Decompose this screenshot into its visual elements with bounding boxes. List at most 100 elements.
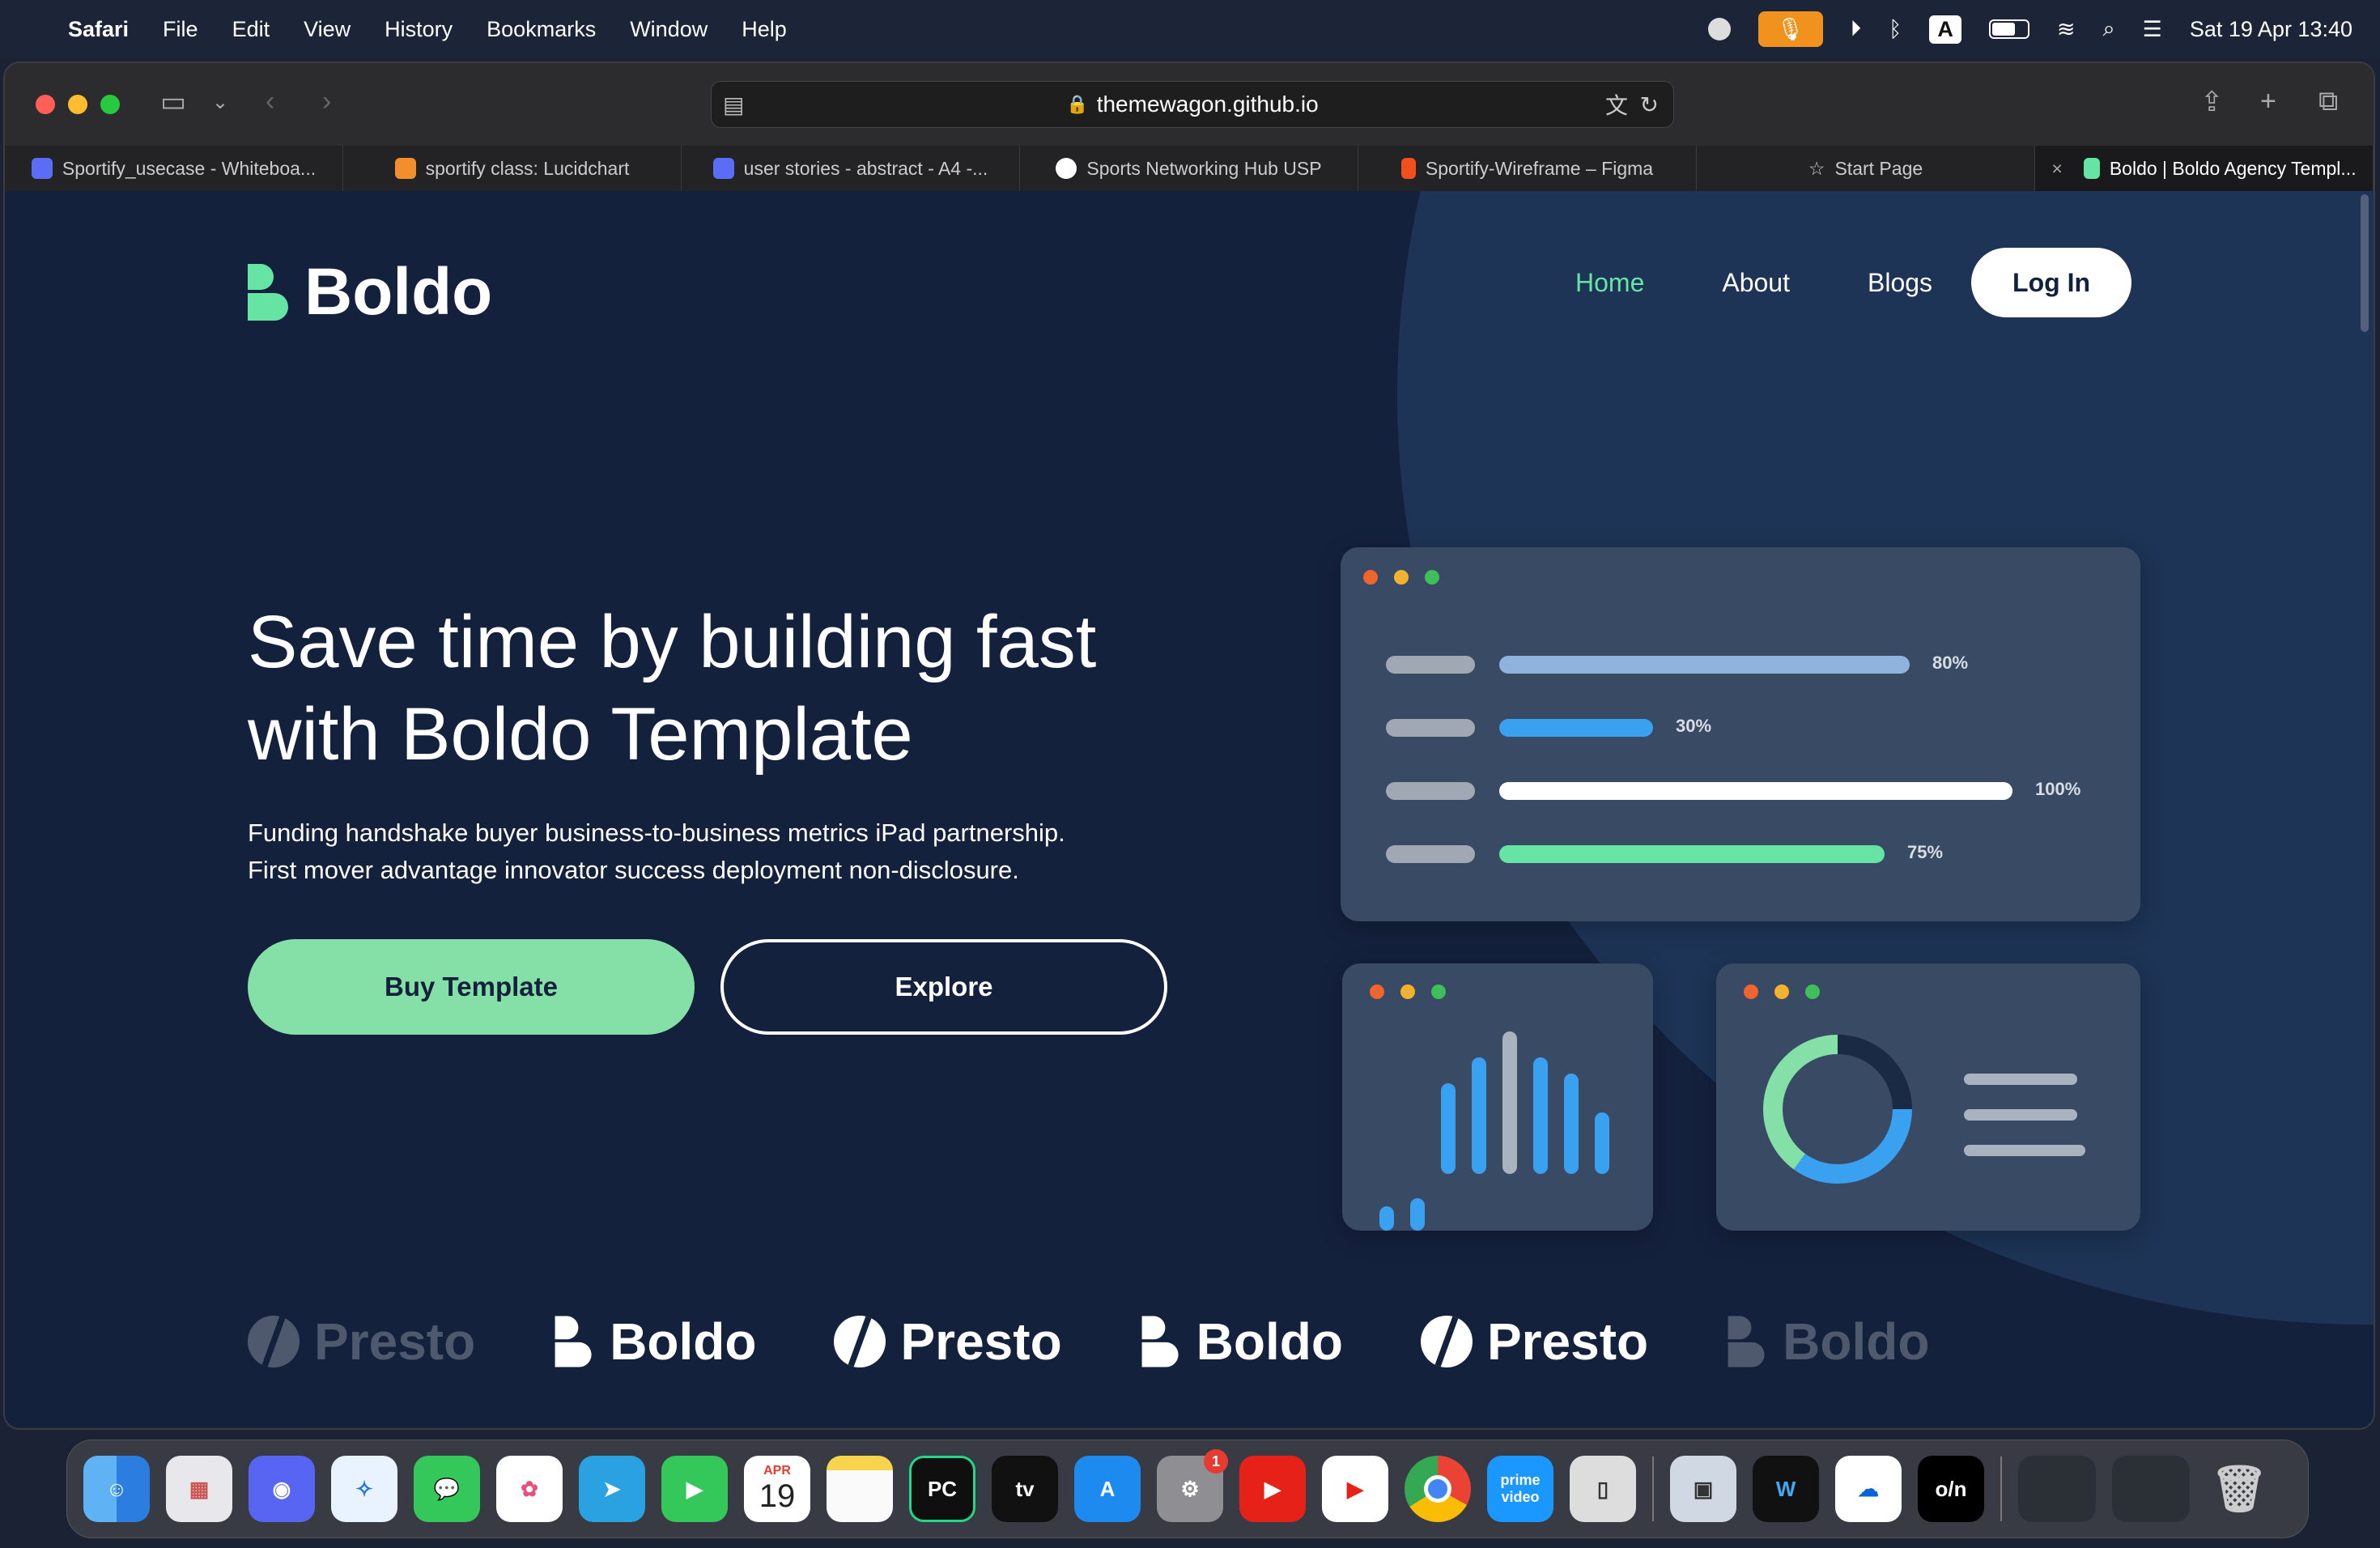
menu-bar: Safari File Edit View History Bookmarks … <box>0 0 2380 58</box>
menu-edit[interactable]: Edit <box>232 17 270 42</box>
tab-label: Sportify-Wireframe – Figma <box>1425 157 1654 179</box>
youtube-icon[interactable]: ▶ <box>1322 1456 1388 1522</box>
settings-icon[interactable]: ⚙ 1 <box>1157 1449 1228 1522</box>
hero-subtext-line: Funding handshake buyer business-to-busi… <box>248 819 1065 847</box>
card-dot-icon <box>1425 570 1439 585</box>
menu-help[interactable]: Help <box>742 17 787 42</box>
tab-label: sportify class: Lucidchart <box>425 157 630 179</box>
menu-view[interactable]: View <box>304 17 351 42</box>
youtube-icon[interactable]: ▶ <box>1239 1456 1306 1522</box>
tab-sportify-usecase[interactable]: Sportify_usecase - Whiteboa... <box>5 146 343 191</box>
buy-template-button[interactable]: Buy Template <box>248 939 695 1035</box>
mini-bar <box>1441 1083 1456 1174</box>
reload-icon[interactable]: ↻ <box>1640 91 1659 118</box>
nav-about[interactable]: About <box>1722 268 1790 298</box>
trash-icon[interactable]: 🗑 <box>2206 1456 2272 1522</box>
donut-legend-line <box>1964 1145 2085 1156</box>
card-dot-icon <box>1394 570 1409 585</box>
menu-window[interactable]: Window <box>630 17 708 42</box>
zoom-window-icon[interactable] <box>100 95 120 114</box>
close-tab-icon[interactable]: × <box>2051 158 2062 180</box>
brand-boldo: Boldo <box>1140 1312 1343 1372</box>
bluetooth-icon[interactable]: ᛒ <box>1889 17 1902 42</box>
tab-user-stories[interactable]: user stories - abstract - A4 -... <box>682 146 1020 191</box>
progress-row-label <box>1386 845 1475 863</box>
primevideo-icon[interactable]: prime video <box>1487 1456 1553 1522</box>
microphone-icon[interactable]: 🎙 <box>1757 11 1823 47</box>
site-nav: Home About Blogs Log In <box>1575 248 2132 317</box>
pycharm-icon[interactable]: PC <box>909 1456 975 1522</box>
focus-icon[interactable] <box>1707 18 1731 40</box>
brand-name: Boldo <box>1196 1312 1343 1371</box>
preview-icon[interactable]: ▣ <box>1670 1456 1736 1522</box>
hero-headline: Save time by building fast with Boldo Te… <box>248 596 1219 780</box>
chrome-icon[interactable] <box>1405 1456 1471 1522</box>
translate-icon[interactable]: 文 <box>1605 88 1628 121</box>
hero-subtext-line: First mover advantage innovator success … <box>248 856 1019 884</box>
tab-start-page[interactable]: ☆ Start Page <box>1697 146 2035 191</box>
menu-file[interactable]: File <box>163 17 198 42</box>
explore-button[interactable]: Explore <box>720 939 1167 1035</box>
nav-blogs[interactable]: Blogs <box>1868 268 1932 298</box>
mini-bar <box>1502 1031 1517 1174</box>
address-bar[interactable]: ▤ 🔒 themewagon.github.io 文 ↻ <box>711 81 1674 128</box>
whiteboard-icon <box>31 158 53 179</box>
appstore-icon[interactable]: A <box>1074 1456 1141 1522</box>
site-logo[interactable]: Boldo <box>248 254 492 330</box>
tab-figma[interactable]: Sportify-Wireframe – Figma <box>1358 146 1697 191</box>
discord-icon[interactable]: ◉ <box>249 1456 315 1522</box>
nav-home[interactable]: Home <box>1575 268 1644 298</box>
search-icon[interactable]: ⌕ <box>2103 16 2115 42</box>
chevron-down-icon[interactable]: ⌄ <box>212 91 228 114</box>
close-window-icon[interactable] <box>36 95 55 114</box>
menu-history[interactable]: History <box>385 17 453 42</box>
hero-headline-line: with Boldo Template <box>248 693 913 776</box>
page-menu-icon[interactable]: ▤ <box>723 91 744 118</box>
boldo-icon <box>2083 158 2100 179</box>
scrollbar[interactable] <box>2361 194 2369 332</box>
presto-logo-icon <box>1420 1316 1473 1367</box>
menu-bookmarks[interactable]: Bookmarks <box>487 17 596 42</box>
telegram-icon[interactable]: ➤ <box>579 1456 645 1522</box>
new-tab-icon[interactable]: + <box>2260 86 2276 117</box>
play-icon[interactable]: ⏵ <box>1851 16 1862 42</box>
iphone-mirroring-icon[interactable]: ▯ <box>1570 1456 1636 1522</box>
minimize-window-icon[interactable] <box>68 95 87 114</box>
photos-icon[interactable]: ✿ <box>496 1456 563 1522</box>
opera-icon[interactable]: o/n <box>1918 1456 1984 1522</box>
mini-bar-chart <box>1379 1031 1609 1231</box>
safari-icon[interactable]: ✧ <box>331 1456 397 1522</box>
status-area: 🎙 ⏵ ᛒ A ≋ ⌕ ☰ Sat 19 Apr 13:40 <box>1707 0 2352 58</box>
webpage: Boldo Home About Blogs Log In Save time … <box>5 191 2374 1428</box>
battery-icon[interactable] <box>1988 19 2029 39</box>
keyboard-input-icon[interactable]: A <box>1929 15 1961 44</box>
login-button[interactable]: Log In <box>1971 248 2132 317</box>
wifi-icon[interactable]: ≋ <box>2057 17 2076 42</box>
facetime-icon[interactable]: ▶ <box>661 1456 728 1522</box>
launchpad-icon[interactable]: ▦ <box>166 1456 232 1522</box>
tab-lucidchart[interactable]: sportify class: Lucidchart <box>343 146 682 191</box>
onedrive-icon[interactable]: ☁ <box>1835 1456 1902 1522</box>
menu-app-safari[interactable]: Safari <box>68 17 129 42</box>
minimized-window-icon[interactable] <box>2018 1456 2096 1522</box>
tab-boldo[interactable]: × Boldo | Boldo Agency Templ... <box>2035 146 2374 191</box>
minimized-window-icon[interactable] <box>2112 1456 2190 1522</box>
tab-overview-icon[interactable]: ⧉ <box>2318 86 2338 117</box>
forward-icon[interactable]: › <box>322 86 331 117</box>
donut-chart <box>1763 1035 2085 1184</box>
appletv-icon[interactable]: tv <box>992 1456 1058 1522</box>
progress-row-label <box>1386 782 1475 800</box>
finder-icon[interactable]: ☺ <box>83 1456 150 1522</box>
control-center-icon[interactable]: ☰ <box>2143 17 2162 42</box>
sidebar-icon[interactable]: ▭ <box>160 86 186 118</box>
calendar-icon[interactable]: APR 19 <box>744 1456 810 1522</box>
brand-presto: Presto <box>1420 1312 1648 1372</box>
back-icon[interactable]: ‹ <box>266 86 274 117</box>
clock[interactable]: Sat 19 Apr 13:40 <box>2190 17 2352 42</box>
messages-icon[interactable]: 💬 <box>414 1456 480 1522</box>
share-icon[interactable]: ⇪ <box>2200 86 2224 118</box>
notes-icon[interactable] <box>827 1456 893 1522</box>
webex-icon[interactable]: W <box>1753 1456 1819 1522</box>
tab-sports-hub[interactable]: Sports Networking Hub USP <box>1020 146 1358 191</box>
brand-boldo: Boldo <box>553 1312 756 1372</box>
